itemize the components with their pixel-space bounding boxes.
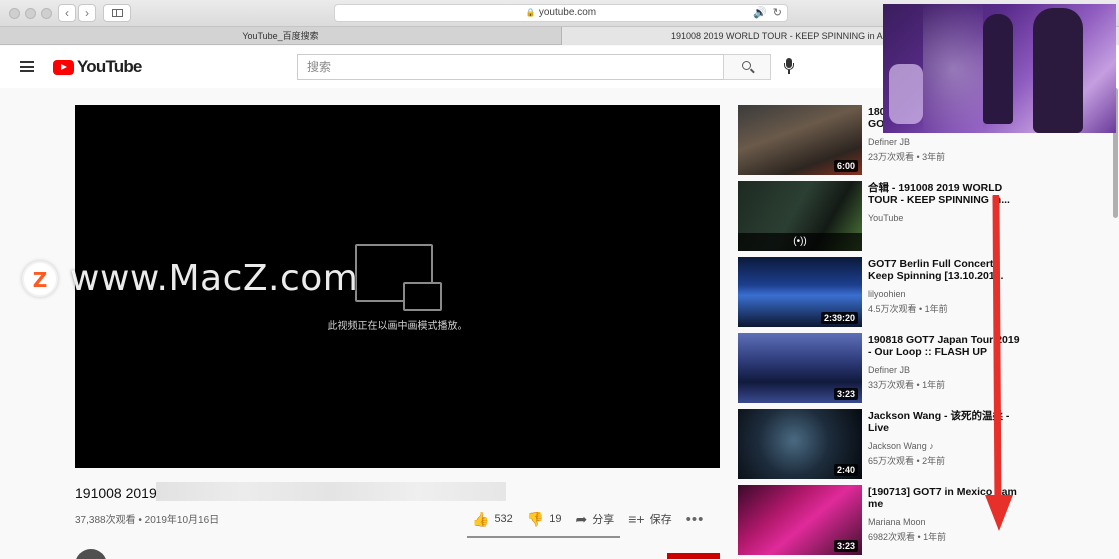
- performer-figure: [1033, 8, 1083, 133]
- related-video-meta: 33万次观看 • 1年前: [868, 380, 946, 390]
- pip-message: 此视频正在以画中画模式播放。: [327, 321, 468, 332]
- like-ratio-bar: [467, 536, 620, 538]
- like-count: 532: [494, 513, 513, 525]
- performer-figure: [983, 14, 1013, 124]
- dislike-button[interactable]: 👎 19: [527, 511, 562, 528]
- video-title: 191008 2019: [75, 485, 157, 501]
- related-video-meta: 4.5万次观看 • 1年前: [868, 304, 948, 314]
- down-arrow-annotation: [985, 195, 1013, 531]
- related-video-channel: Definer JB: [868, 137, 911, 147]
- youtube-logo[interactable]: YouTube: [53, 57, 142, 77]
- youtube-logo-text: YouTube: [77, 57, 142, 76]
- back-button[interactable]: ‹: [58, 4, 76, 22]
- duration-badge: 2:39:20: [820, 312, 858, 324]
- playlist-add-icon: ≡+: [628, 511, 645, 527]
- url-text: youtube.com: [538, 7, 597, 18]
- reload-icon[interactable]: ↻: [773, 5, 782, 21]
- more-actions-button[interactable]: •••: [686, 511, 705, 528]
- stage-light: [923, 4, 983, 133]
- search-button[interactable]: [723, 54, 771, 80]
- related-video-channel: YouTube: [868, 213, 904, 223]
- minimize-window-button[interactable]: [25, 8, 36, 19]
- video-thumbnail[interactable]: (•)): [738, 181, 862, 251]
- picture-in-picture-icon: [355, 244, 442, 311]
- duration-badge: 3:23: [833, 388, 858, 400]
- related-video-meta: 23万次观看 • 3年前: [868, 152, 946, 162]
- sidebar-toggle-button[interactable]: [103, 4, 131, 22]
- duration-badge: 3:23: [833, 540, 858, 552]
- tab-baidu[interactable]: YouTube_百度搜索: [0, 27, 561, 45]
- live-stream-icon: (•)): [738, 233, 862, 251]
- speaker-icon[interactable]: 🔊: [753, 5, 767, 21]
- macz-logo-icon: [22, 260, 58, 297]
- video-thumbnail[interactable]: 3:23: [738, 485, 862, 555]
- video-thumbnail[interactable]: 6:00: [738, 105, 862, 175]
- related-video-channel: Jackson Wang ♪: [868, 441, 934, 451]
- duration-badge: 6:00: [833, 160, 858, 172]
- youtube-play-icon: [53, 59, 74, 75]
- search-input[interactable]: 搜索: [297, 54, 724, 80]
- lock-icon: 🔒: [525, 8, 536, 17]
- microphone-icon[interactable]: [784, 58, 794, 76]
- picture-in-picture-window[interactable]: [883, 4, 1116, 133]
- forward-button[interactable]: ›: [78, 4, 96, 22]
- video-actions: 👍 532 👎 19 ➦ 分享 ≡+ 保存 •••: [472, 509, 704, 529]
- like-button[interactable]: 👍 532: [472, 511, 513, 528]
- share-label: 分享: [592, 514, 615, 526]
- save-label: 保存: [649, 514, 672, 526]
- tab-title: 191008 2019 WORLD TOUR - KEEP SPINNING i…: [671, 31, 902, 41]
- thumbs-down-icon: 👎: [526, 510, 545, 527]
- video-thumbnail[interactable]: 2:39:20: [738, 257, 862, 327]
- share-arrow-icon: ➦: [575, 510, 588, 527]
- blurred-title-region: [156, 482, 506, 501]
- related-video-channel: Definer JB: [868, 365, 911, 375]
- view-count-date: 37,388次观看 • 2019年10月16日: [75, 515, 220, 526]
- related-video-meta: 6982次观看 • 1年前: [868, 532, 947, 542]
- watermark-text: www.MacZ.com: [70, 258, 359, 299]
- channel-avatar[interactable]: [75, 549, 107, 559]
- zoom-window-button[interactable]: [41, 8, 52, 19]
- related-video-channel: lilyoohien: [868, 289, 906, 299]
- video-thumbnail[interactable]: 3:23: [738, 333, 862, 403]
- share-button[interactable]: ➦ 分享: [575, 511, 614, 528]
- dislike-count: 19: [549, 513, 562, 525]
- search-icon: [742, 61, 751, 70]
- subscribe-button[interactable]: [667, 553, 720, 559]
- performer-figure: [889, 64, 923, 124]
- tab-title: YouTube_百度搜索: [242, 31, 319, 41]
- watermark: www.MacZ.com: [22, 258, 358, 299]
- related-video-channel: Mariana Moon: [868, 517, 926, 527]
- close-window-button[interactable]: [9, 8, 20, 19]
- save-button[interactable]: ≡+ 保存: [628, 511, 671, 527]
- duration-badge: 2:40: [833, 464, 858, 476]
- hamburger-menu-icon[interactable]: [20, 61, 34, 72]
- address-bar[interactable]: 🔒 youtube.com 🔊 ↻: [334, 4, 788, 22]
- sidebar-icon: [112, 9, 123, 17]
- thumbs-up-icon: 👍: [472, 510, 490, 527]
- video-thumbnail[interactable]: 2:40: [738, 409, 862, 479]
- related-video-meta: 65万次观看 • 2年前: [868, 456, 946, 466]
